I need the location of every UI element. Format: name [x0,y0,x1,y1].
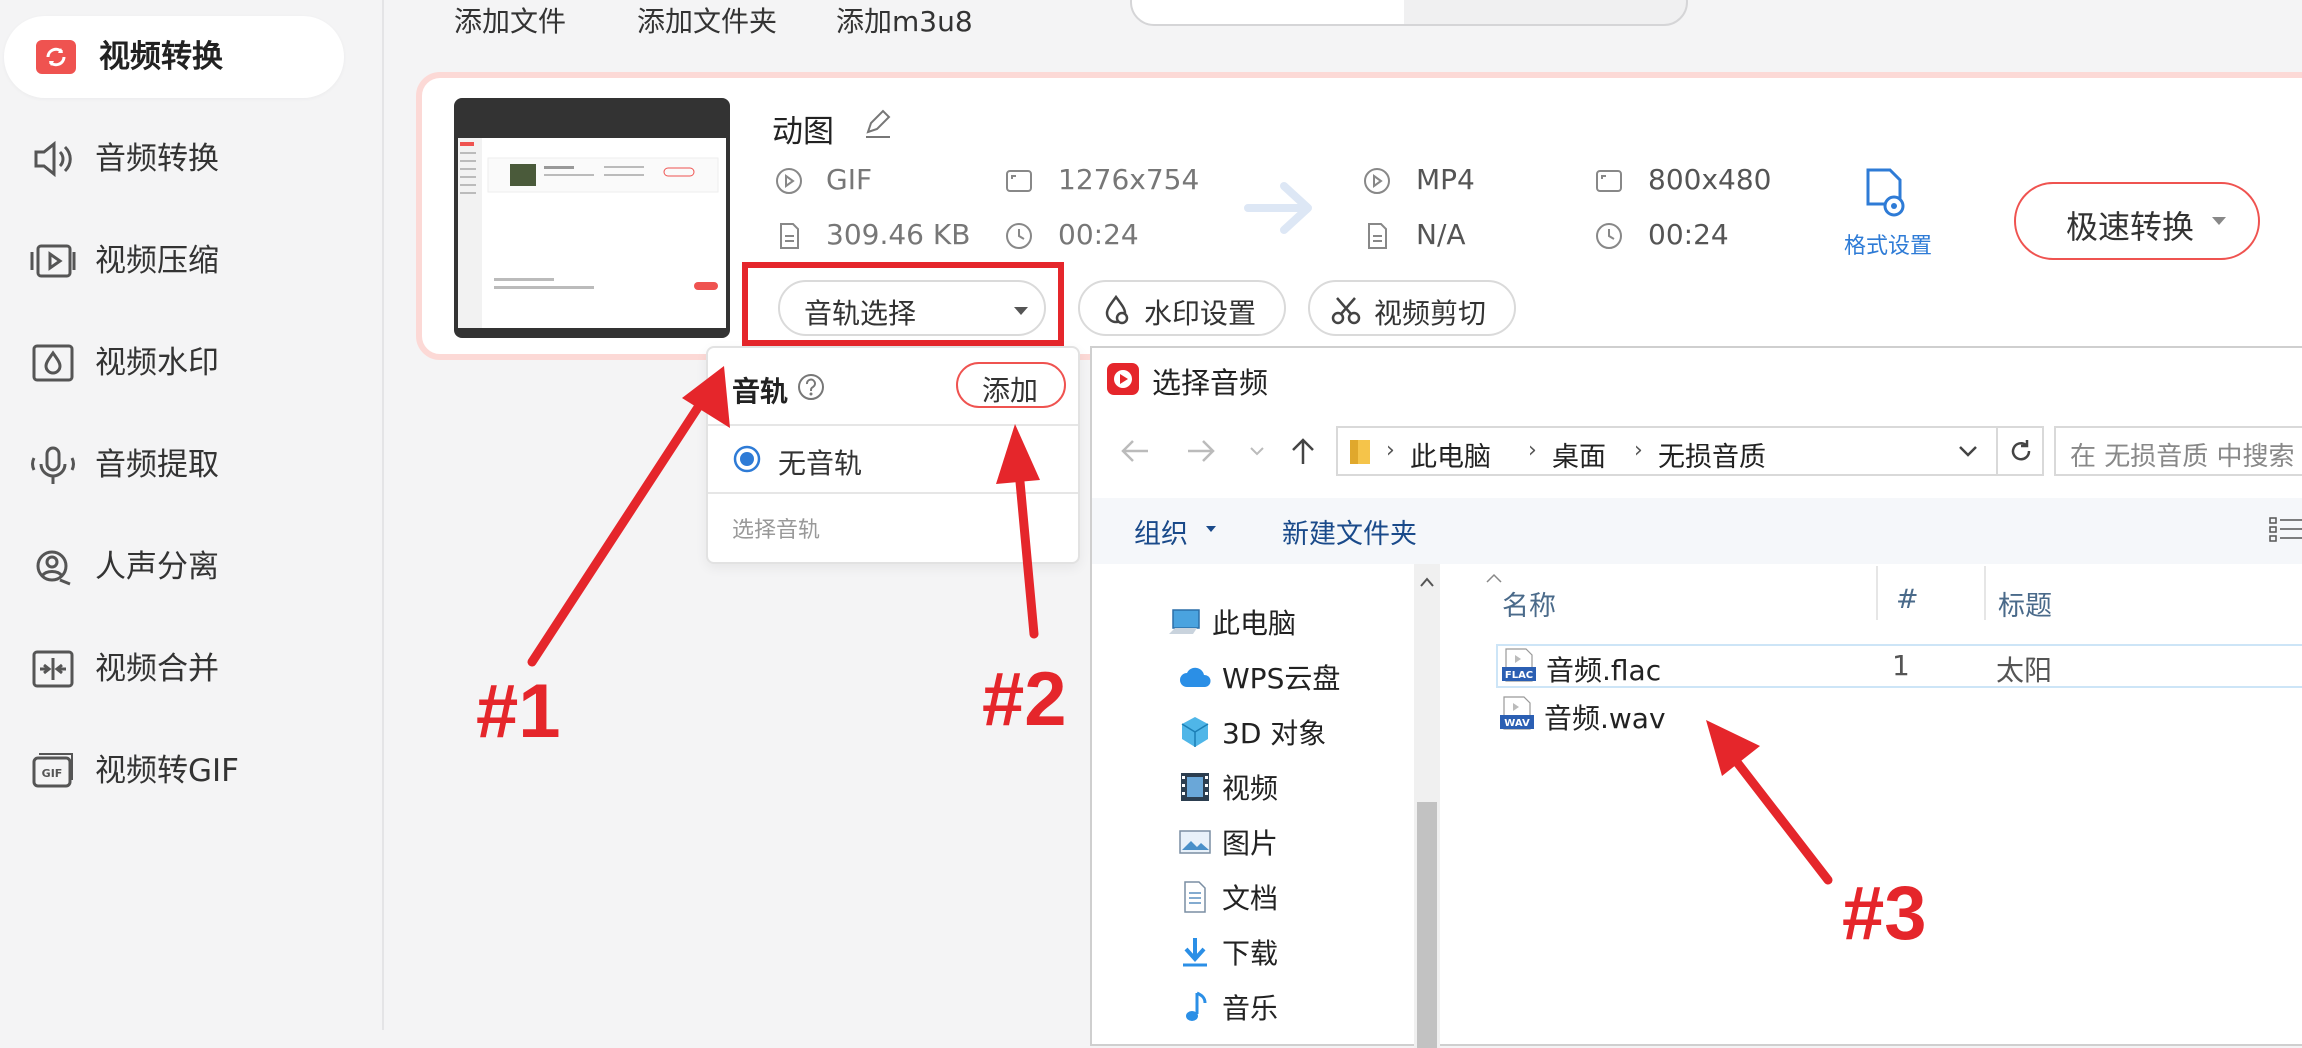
annotation-arrowhead-2 [996,424,1040,484]
annotation-arrow-2 [1013,455,1039,639]
annotation-arrows [527,366,1833,885]
annotation-arrow-3 [1721,743,1833,885]
annotation-label-2: #2 [982,657,1067,742]
annotation-label-1: #1 [476,669,561,754]
annotation-arrowhead-3 [1706,720,1760,776]
annotation-label-3: #3 [1842,871,1927,956]
annotation-arrow-1 [527,387,713,667]
